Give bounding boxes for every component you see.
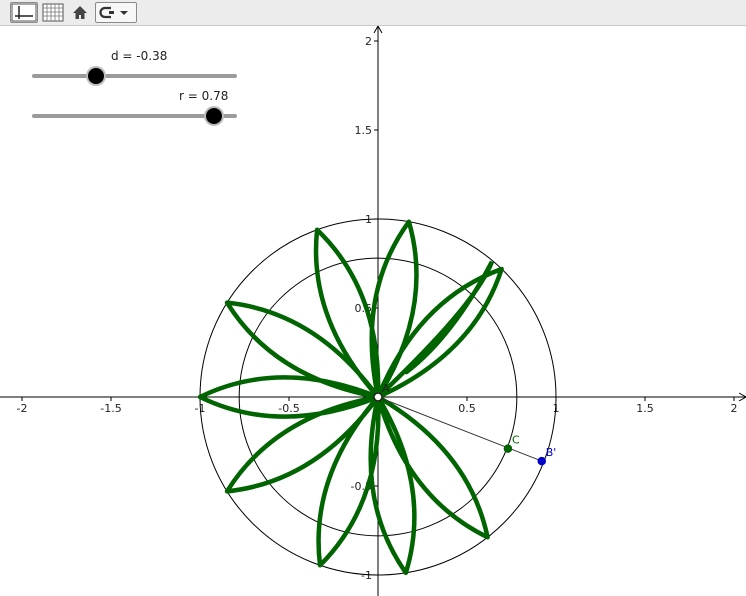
- grid-toggle-button[interactable]: [40, 2, 66, 23]
- x-tick-label: 0.5: [458, 402, 476, 415]
- coordinate-plane[interactable]: -2 -1.5 -1 -0.5 0.5 1 1.5 221.510.5-0.5-1 ACB': [0, 26, 746, 596]
- toolbar: [0, 0, 746, 26]
- axes-toggle-button[interactable]: [10, 2, 38, 23]
- axes-icon: [11, 3, 37, 22]
- slider-r-label: r = 0.78: [179, 89, 229, 103]
- x-tick-label: 2: [731, 402, 738, 415]
- style-bar-icon: [99, 6, 128, 19]
- point-label: B': [546, 446, 557, 459]
- point-c[interactable]: [503, 444, 513, 453]
- x-tick-label: -0.5: [278, 402, 299, 415]
- grid-icon: [42, 3, 64, 22]
- point-label: C: [512, 434, 520, 447]
- point-a[interactable]: [373, 392, 383, 402]
- slider-d-label: d = -0.38: [111, 49, 168, 63]
- y-tick-label: 2: [365, 35, 372, 48]
- point-label: A: [382, 382, 390, 395]
- chevron-down-icon: [120, 11, 128, 15]
- slider-d-handle[interactable]: [87, 68, 104, 84]
- home-icon: [73, 6, 87, 19]
- y-tick-label: -1: [361, 569, 372, 582]
- y-tick-label: 1.5: [355, 124, 373, 137]
- x-tick-label: 1.5: [636, 402, 654, 415]
- x-tick-label: -1.5: [100, 402, 121, 415]
- slider-d-track[interactable]: [32, 74, 237, 78]
- style-dropdown-button[interactable]: [95, 2, 137, 23]
- graphics-view[interactable]: -2 -1.5 -1 -0.5 0.5 1 1.5 2 2 1.5 1 0.5 -0.5 -1 A C B' …: [0, 26, 746, 596]
- point-b-prime[interactable]: [537, 456, 547, 466]
- home-button[interactable]: [70, 2, 90, 23]
- x-tick-label: -2: [17, 402, 28, 415]
